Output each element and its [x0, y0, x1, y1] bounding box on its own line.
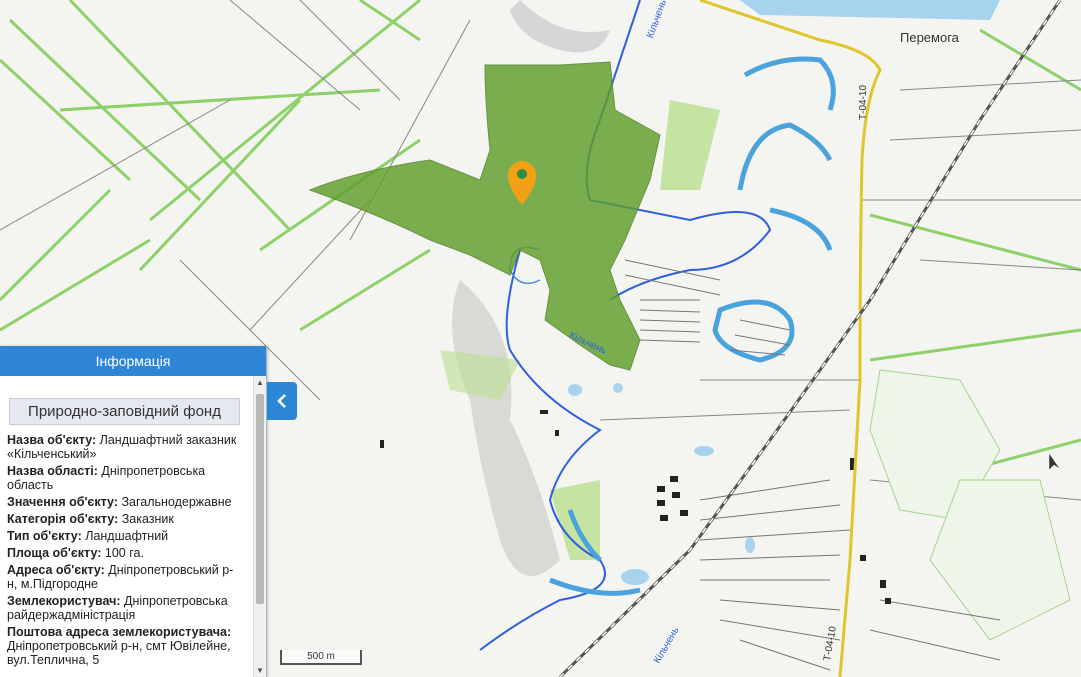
info-row: Площа об'єкту: 100 га. — [7, 546, 243, 560]
info-panel: Інформація Природно-заповідний фонд Назв… — [0, 346, 267, 677]
row-value: Ландшафтний — [85, 529, 169, 543]
row-label: Площа об'єкту: — [7, 546, 102, 560]
row-value: Заказник — [121, 512, 174, 526]
road-label-top: Т-04-10 — [858, 84, 869, 120]
scroll-down-icon[interactable]: ▼ — [256, 666, 264, 675]
scroll-thumb[interactable] — [256, 394, 264, 604]
info-row: Назва об'єкту: Ландшафтний заказник «Кіл… — [7, 433, 243, 461]
row-label: Землекористувач: — [7, 594, 121, 608]
row-value: 100 га. — [104, 546, 144, 560]
scroll-up-icon[interactable]: ▲ — [256, 378, 264, 387]
info-row: Поштова адреса землекористувача: Дніпроп… — [7, 625, 243, 667]
panel-scrollbar[interactable]: ▲ ▼ — [253, 376, 266, 677]
row-label: Значення об'єкту: — [7, 495, 118, 509]
scale-bar: 500 m — [280, 650, 362, 665]
info-row: Значення об'єкту: Загальнодержавне — [7, 495, 243, 509]
info-row: Тип об'єкту: Ландшафтний — [7, 529, 243, 543]
panel-title: Інформація — [0, 346, 266, 376]
collapse-panel-button[interactable] — [267, 382, 297, 420]
row-label: Назва об'єкту: — [7, 433, 97, 447]
info-row: Адреса об'єкту: Дніпропетровський р-н, м… — [7, 563, 243, 591]
place-label: Перемога — [900, 30, 959, 45]
row-value: Дніпропетровський р-н, смт Ювілейне, вул… — [7, 639, 231, 667]
row-label: Тип об'єкту: — [7, 529, 82, 543]
row-value: Загальнодержавне — [121, 495, 232, 509]
row-label: Назва області: — [7, 464, 98, 478]
row-label: Категорія об'єкту: — [7, 512, 119, 526]
info-row: Землекористувач: Дніпропетровська райдер… — [7, 594, 243, 622]
panel-body: Природно-заповідний фонд Назва об'єкту: … — [0, 376, 254, 677]
chevron-left-icon — [277, 394, 286, 408]
row-label: Поштова адреса землекористувача: — [7, 625, 232, 639]
row-label: Адреса об'єкту: — [7, 563, 105, 577]
info-row: Назва області: Дніпропетровська область — [7, 464, 243, 492]
info-row: Категорія об'єкту: Заказник — [7, 512, 243, 526]
fund-title: Природно-заповідний фонд — [9, 398, 240, 425]
